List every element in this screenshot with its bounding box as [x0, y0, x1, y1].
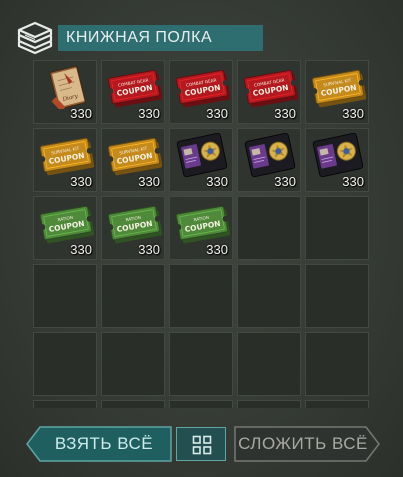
inventory-slot[interactable]: [305, 264, 369, 328]
diary-item: Diary: [49, 65, 86, 109]
inventory-slot[interactable]: COMBAT GEAR COUPON 330: [237, 60, 301, 124]
inventory-slot[interactable]: 330: [237, 128, 301, 192]
container-header: КНИЖНАЯ ПОЛКА: [15, 20, 265, 54]
inventory-slot[interactable]: [101, 264, 165, 328]
inventory-slot[interactable]: RATION COUPON 330: [33, 196, 97, 260]
container-title: КНИЖНАЯ ПОЛКА: [58, 25, 263, 51]
survival-kit-coupon-item: SURVIVAL KITCOUPON: [107, 137, 162, 176]
item-count: 330: [70, 174, 92, 189]
survival-kit-coupon-item: SURVIVAL KITCOUPON: [39, 137, 94, 176]
inventory-slot[interactable]: [305, 400, 369, 408]
inventory-slot[interactable]: SURVIVAL KIT COUPON 330: [101, 128, 165, 192]
item-count: 330: [70, 106, 92, 121]
badge-wallet-item: [312, 133, 364, 177]
inventory-slot[interactable]: [305, 332, 369, 396]
inventory-slot[interactable]: [237, 264, 301, 328]
combat-gear-coupon-item: COMBAT GEARCOUPON: [175, 69, 230, 108]
inventory-slot[interactable]: Diary 330: [33, 60, 97, 124]
item-count: 330: [274, 106, 296, 121]
ration-coupon-item: RATIONCOUPON: [107, 205, 162, 244]
inventory-slot[interactable]: [169, 400, 233, 408]
survival-kit-coupon-item: SURVIVAL KITCOUPON: [311, 69, 366, 108]
item-count: 330: [206, 174, 228, 189]
inventory-slot[interactable]: [101, 332, 165, 396]
badge-wallet-item: [176, 133, 228, 177]
inventory-slot[interactable]: [169, 332, 233, 396]
inventory-slot[interactable]: [237, 332, 301, 396]
inventory-slot[interactable]: COMBAT GEAR COUPON 330: [101, 60, 165, 124]
item-count: 330: [138, 174, 160, 189]
combat-gear-coupon-item: COMBAT GEARCOUPON: [107, 69, 162, 108]
badge-wallet-item: [244, 133, 296, 177]
put-all-button[interactable]: СЛОЖИТЬ ВСЁ: [234, 426, 380, 462]
inventory-slot[interactable]: RATION COUPON 330: [169, 196, 233, 260]
books-stack-icon: [17, 21, 53, 54]
inventory-slot[interactable]: [101, 400, 165, 408]
inventory-slot[interactable]: 330: [305, 128, 369, 192]
inventory-slot[interactable]: [237, 400, 301, 408]
inventory-slot[interactable]: RATION COUPON 330: [101, 196, 165, 260]
item-count: 330: [206, 242, 228, 257]
inventory-slot[interactable]: [33, 400, 97, 408]
combat-gear-coupon-item: COMBAT GEARCOUPON: [243, 69, 298, 108]
inventory-slot[interactable]: [33, 332, 97, 396]
inventory-slot[interactable]: [169, 264, 233, 328]
inventory-slot[interactable]: SURVIVAL KIT COUPON 330: [33, 128, 97, 192]
item-count: 330: [274, 174, 296, 189]
put-all-label: СЛОЖИТЬ ВСЁ: [238, 434, 368, 453]
inventory-slot[interactable]: SURVIVAL KIT COUPON 330: [305, 60, 369, 124]
grid-view-icon: [192, 435, 212, 455]
view-toggle-button[interactable]: [176, 427, 226, 461]
ration-coupon-item: RATIONCOUPON: [39, 205, 94, 244]
item-count: 330: [70, 242, 92, 257]
inventory-slot[interactable]: 330: [169, 128, 233, 192]
inventory-slot[interactable]: [33, 264, 97, 328]
take-all-label: ВЗЯТЬ ВСЁ: [54, 434, 154, 453]
item-count: 330: [206, 106, 228, 121]
inventory-slot[interactable]: [237, 196, 301, 260]
item-count: 330: [342, 174, 364, 189]
item-count: 330: [138, 106, 160, 121]
inventory-slot[interactable]: COMBAT GEAR COUPON 330: [169, 60, 233, 124]
take-all-button[interactable]: ВЗЯТЬ ВСЁ: [26, 426, 172, 462]
item-count: 330: [138, 242, 160, 257]
inventory-slot[interactable]: [305, 196, 369, 260]
item-count: 330: [342, 106, 364, 121]
inventory-grid: Diary 330 COMBAT GEAR COUPON 330 COMBAT GEAR C…: [31, 58, 372, 408]
ration-coupon-item: RATIONCOUPON: [175, 205, 230, 244]
inventory-grid-panel[interactable]: Diary 330 COMBAT GEAR COUPON 330 COMBAT GEAR C…: [31, 58, 372, 408]
